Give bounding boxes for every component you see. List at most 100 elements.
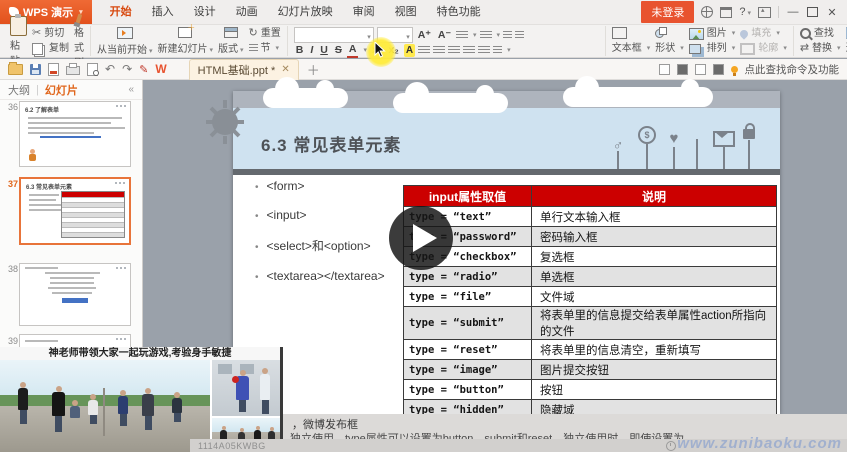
history-icon[interactable] — [666, 441, 676, 451]
align-left-icon[interactable] — [418, 46, 430, 55]
fill-button[interactable]: 填充▾ — [740, 27, 787, 40]
slide-thumbnail-36[interactable]: 6.2 了解表单 — [19, 101, 131, 167]
save-icon[interactable] — [30, 64, 41, 75]
indent-decrease-icon[interactable] — [503, 31, 512, 40]
grow-font-button[interactable]: A⁺ — [416, 29, 433, 42]
quick-access-toolbar: ↶ ↷ ✎ W — [0, 62, 175, 76]
cut-button[interactable]: ✂剪切 — [32, 27, 69, 40]
thumb-decor — [116, 338, 126, 340]
brush-icon — [76, 13, 83, 23]
thumb-table — [61, 191, 125, 238]
bullet-list-icon[interactable] — [456, 31, 468, 40]
video-inset[interactable]: 神老师带领大家一起玩游戏,考验身手敏捷 — [0, 347, 283, 452]
find-button[interactable]: 查找 — [800, 27, 841, 40]
close-tab-icon[interactable]: ✕ — [281, 64, 289, 75]
pen-icon[interactable]: ✎ — [139, 63, 148, 76]
numbered-list-icon[interactable] — [480, 31, 492, 40]
slide-37[interactable]: 6.3 常见表单元素 ♂ $ — [233, 91, 780, 414]
copy-button[interactable]: 复制 — [32, 42, 69, 55]
toolbar-mini-icon-2[interactable] — [677, 64, 688, 75]
menu-tab-view[interactable]: 视图 — [385, 0, 427, 24]
clipboard-group: 粘贴▾ ✂剪切 复制 格式刷 — [4, 26, 91, 56]
justify-icon[interactable] — [463, 46, 475, 55]
photo-main — [0, 360, 212, 452]
menu-tab-design[interactable]: 设计 — [184, 0, 226, 24]
restore-button[interactable] — [807, 7, 818, 17]
picture-button[interactable]: 图片▾ — [689, 27, 736, 40]
help-icon[interactable]: ?▾ — [739, 6, 751, 18]
menu-tab-insert[interactable]: 插入 — [142, 0, 184, 24]
new-slide-button[interactable]: 新建幻灯片▾ — [158, 27, 214, 55]
print-icon[interactable] — [66, 66, 80, 75]
tab-slides[interactable]: 幻灯片 — [45, 82, 78, 98]
slide-thumbnail-37-selected[interactable]: 6.3 常见表单元素 — [19, 177, 131, 245]
login-button[interactable]: 未登录 — [641, 1, 694, 23]
vip-icon[interactable] — [720, 7, 732, 18]
textbox-icon — [612, 27, 627, 39]
outline-button[interactable]: 轮廓▾ — [740, 42, 787, 55]
table-row: type = “image”图片提交按钮 — [404, 360, 777, 380]
replace-button[interactable]: ⇄替换▾ — [800, 42, 841, 55]
menu-tab-animation[interactable]: 动画 — [226, 0, 268, 24]
strikethrough-button[interactable]: S — [333, 44, 344, 57]
from-current-button[interactable]: 从当前开始▾ — [97, 27, 153, 56]
lock-icon — [741, 123, 757, 169]
toolbar-mini-icon-3[interactable] — [695, 64, 706, 75]
slide-title: 6.3 常见表单元素 — [261, 131, 401, 156]
indent-increase-icon[interactable] — [515, 31, 524, 40]
align-center-icon[interactable] — [433, 46, 445, 55]
textbox-icon-button[interactable] — [612, 27, 651, 39]
collapse-ribbon-icon[interactable] — [758, 7, 771, 18]
shape-sample-button[interactable] — [655, 27, 684, 37]
line-spacing-icon[interactable] — [493, 46, 502, 55]
align-right-icon[interactable] — [448, 46, 460, 55]
fill-icon — [739, 28, 750, 39]
thumb-decor — [115, 182, 125, 184]
menu-tab-home[interactable]: 开始 — [100, 0, 142, 24]
italic-button[interactable]: I — [308, 44, 315, 57]
font-color-button[interactable]: A — [347, 43, 359, 58]
globe-icon[interactable] — [701, 6, 713, 18]
export-pdf-icon[interactable] — [48, 63, 59, 76]
document-tab-bar: ↶ ↷ ✎ W HTML基础.ppt * ✕ ＋ 点此查找命令及功能 — [0, 59, 847, 80]
slides-group: 从当前开始▾ 新建幻灯片▾ 版式▾ ↻重置 节▾ — [91, 26, 288, 56]
shrink-font-button[interactable]: A⁻ — [436, 29, 453, 42]
font-family-select[interactable]: ▾ — [294, 27, 374, 43]
command-search-hint[interactable]: 点此查找命令及功能 — [745, 62, 840, 77]
document-tab[interactable]: HTML基础.ppt * ✕ — [189, 59, 299, 80]
video-play-button[interactable] — [389, 206, 453, 270]
open-folder-icon[interactable] — [8, 64, 23, 75]
photo-right-top — [212, 360, 280, 418]
toolbar-mini-icon-1[interactable] — [659, 64, 670, 75]
shapes-button[interactable]: 形状▾ — [655, 42, 684, 55]
table-row: type = “password”密码输入框 — [404, 227, 777, 247]
male-sign-icon: ♂ — [611, 141, 625, 169]
print-preview-icon[interactable] — [87, 63, 98, 76]
bold-button[interactable]: B — [294, 44, 306, 57]
dollar-sign-icon: $ — [638, 126, 656, 169]
watermark: www.zunibaoku.com — [677, 435, 842, 452]
menu-tab-review[interactable]: 审阅 — [343, 0, 385, 24]
tab-outline[interactable]: 大纲 — [8, 82, 30, 98]
close-button[interactable]: ✕ — [825, 6, 839, 19]
highlight-button[interactable]: A — [404, 44, 415, 57]
redo-icon[interactable]: ↷ — [122, 63, 132, 75]
minimize-button[interactable]: — — [786, 6, 800, 18]
menu-tab-slideshow[interactable]: 幻灯片放映 — [268, 0, 343, 24]
section-icon — [249, 44, 258, 53]
slide-thumbnail-38[interactable] — [19, 263, 131, 326]
section-button[interactable]: 节▾ — [249, 42, 281, 55]
distribute-icon[interactable] — [478, 46, 490, 55]
collapse-panel-icon[interactable]: « — [128, 84, 134, 95]
layout-button[interactable]: 版式▾ — [218, 27, 244, 55]
reset-button[interactable]: ↻重置 — [249, 27, 281, 40]
undo-icon[interactable]: ↶ — [105, 63, 115, 75]
arrange-button[interactable]: 排列▾ — [689, 42, 736, 55]
replace-icon: ⇄ — [800, 42, 809, 55]
underline-button[interactable]: U — [318, 44, 330, 57]
textbox-button[interactable]: 文本框▾ — [612, 42, 651, 55]
editing-group: 查找 ⇄替换▾ 选择窗格 — [794, 26, 847, 56]
toolbar-mini-icon-4[interactable] — [713, 64, 724, 75]
menu-tab-special[interactable]: 特色功能 — [427, 0, 491, 24]
new-tab-button[interactable]: ＋ — [307, 60, 320, 79]
